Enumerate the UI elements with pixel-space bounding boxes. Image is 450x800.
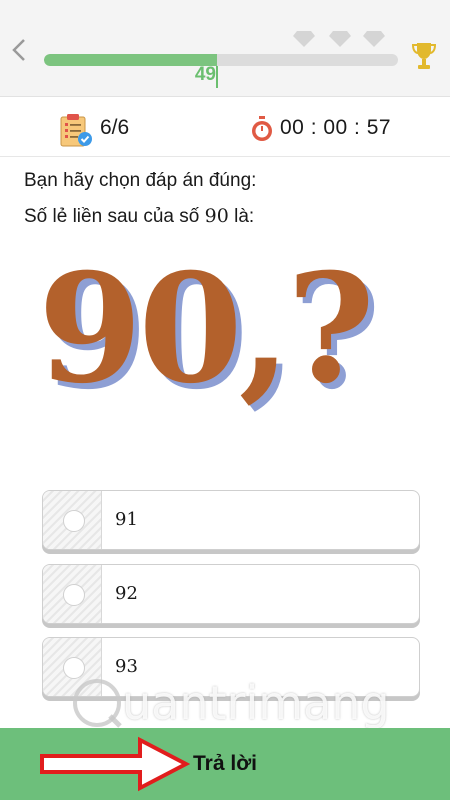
watermark-logo-icon xyxy=(73,679,122,728)
progress-value: 49 xyxy=(194,64,216,85)
progress-marker xyxy=(216,66,218,88)
answer-option-2[interactable]: 92 xyxy=(42,564,420,624)
top-bar: 49 xyxy=(0,0,450,97)
question-prompt: Bạn hãy chọn đáp án đúng: xyxy=(24,170,257,191)
answer-label: 92 xyxy=(115,583,138,604)
chevron-left-icon xyxy=(12,39,25,61)
stopwatch-icon xyxy=(252,116,272,141)
question-text: Số lẻ liền sau của số 90 là: xyxy=(24,205,254,228)
arrow-right-icon xyxy=(40,736,190,792)
timer: 00 : 00 : 57 xyxy=(280,116,392,139)
question-count: 6/6 xyxy=(100,116,130,139)
question-number: 90 xyxy=(204,205,229,227)
question-text-prefix: Số lẻ liền sau của số xyxy=(24,206,205,227)
radio-button[interactable] xyxy=(63,584,85,606)
question-image: 90,? xyxy=(38,241,375,417)
progress-bar xyxy=(44,54,398,66)
diamond-icon xyxy=(363,31,385,47)
watermark: uantrimang xyxy=(70,672,390,732)
diamond-icon xyxy=(293,31,315,47)
watermark-text: uantrimang xyxy=(122,676,390,730)
diamond-icon xyxy=(329,31,351,47)
answer-label: 91 xyxy=(115,509,138,530)
answer-option-1[interactable]: 91 xyxy=(42,490,420,550)
clipboard-check-icon xyxy=(60,114,92,147)
radio-button[interactable] xyxy=(63,510,85,532)
back-button[interactable] xyxy=(8,36,32,64)
trophy-icon[interactable] xyxy=(410,40,438,72)
question-text-suffix: là: xyxy=(228,206,255,227)
